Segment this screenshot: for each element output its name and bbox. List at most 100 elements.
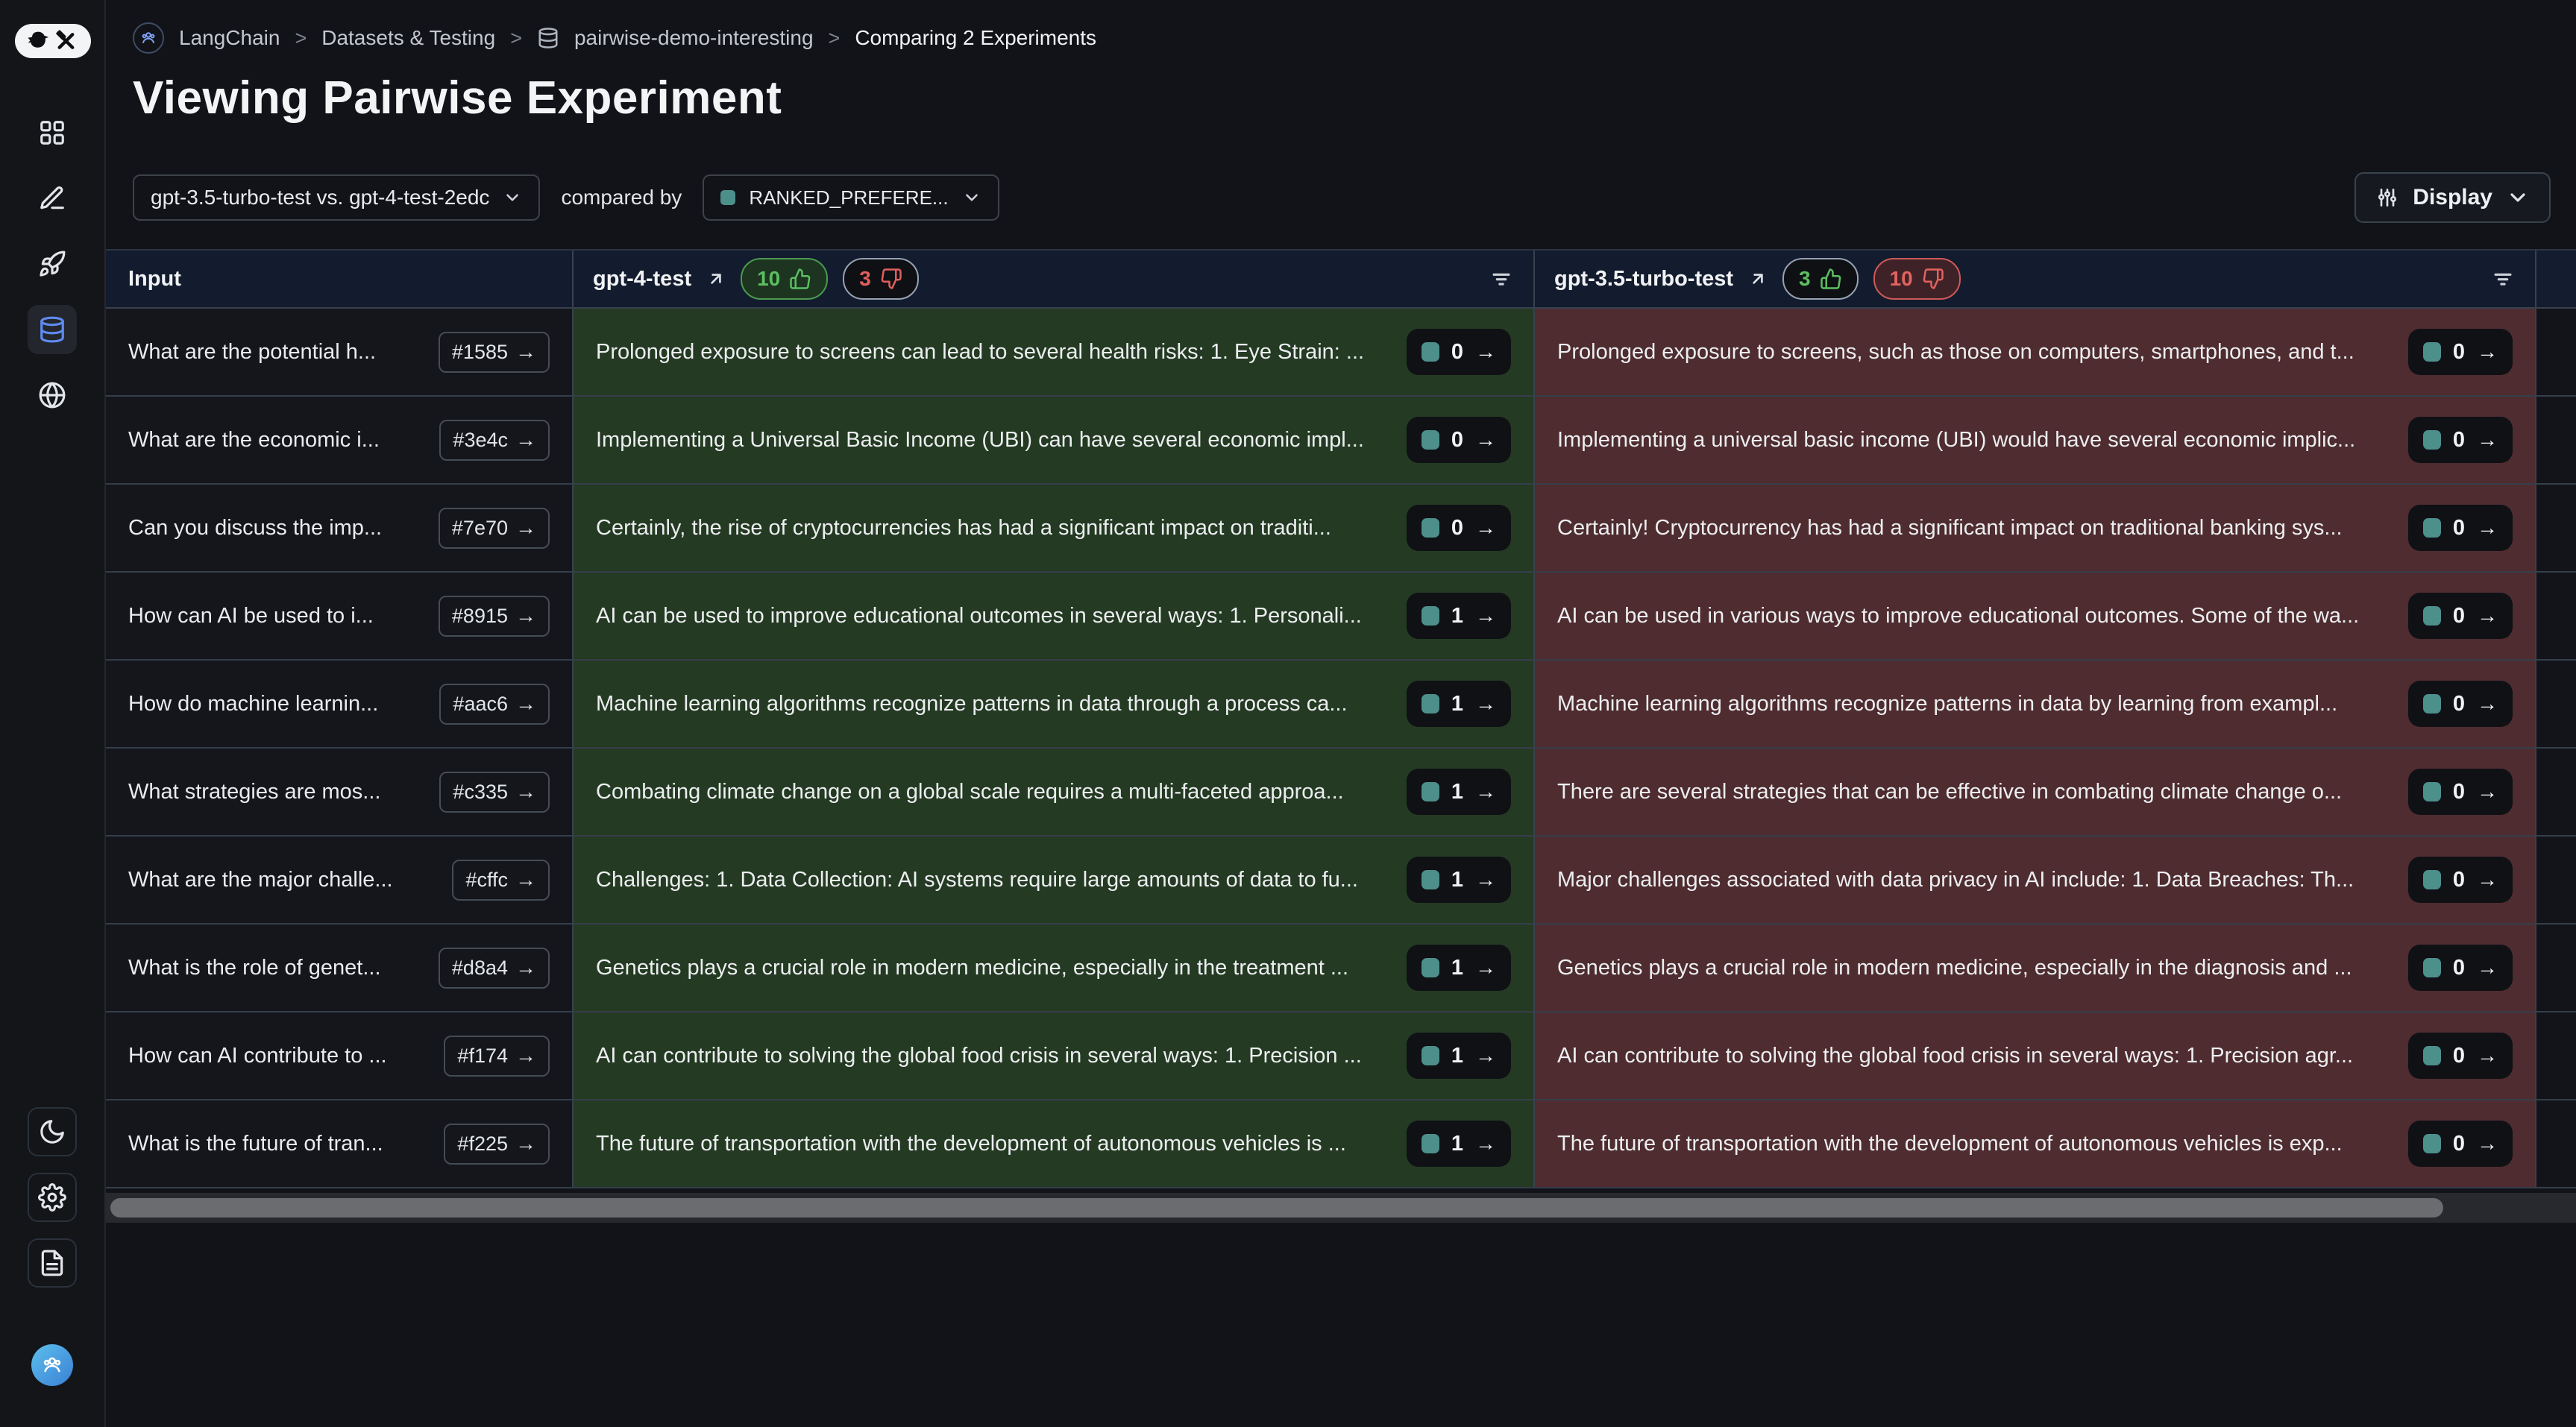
score-badge[interactable]: 0→ — [2408, 857, 2513, 903]
thumbs-up-count-badge[interactable]: 10 — [741, 258, 828, 300]
display-button[interactable]: Display — [2354, 172, 2551, 223]
score-badge[interactable]: 0→ — [2408, 593, 2513, 639]
input-cell[interactable]: What are the potential h...#1585→ — [106, 309, 572, 395]
sidebar-item-annotations[interactable] — [28, 174, 77, 223]
experiment-a-output-cell[interactable]: AI can contribute to solving the global … — [572, 1012, 1533, 1099]
breadcrumb-dataset-link[interactable]: pairwise-demo-interesting — [574, 26, 814, 50]
score-badge[interactable]: 0→ — [2408, 329, 2513, 375]
experiment-b-name[interactable]: gpt-3.5-turbo-test — [1554, 267, 1733, 292]
theme-toggle-button[interactable] — [28, 1107, 77, 1156]
example-link-badge[interactable]: #8915→ — [439, 596, 550, 637]
settings-button[interactable] — [28, 1173, 77, 1222]
experiment-a-output-cell[interactable]: Genetics plays a crucial role in modern … — [572, 924, 1533, 1011]
experiment-b-output-cell[interactable]: Major challenges associated with data pr… — [1533, 837, 2535, 923]
score-badge[interactable]: 0→ — [2408, 945, 2513, 991]
example-link-badge[interactable]: #c335→ — [439, 772, 550, 813]
table-row: What are the major challe...#cffc→ Chall… — [106, 837, 2576, 924]
score-badge[interactable]: 0→ — [2408, 769, 2513, 815]
input-cell[interactable]: How do machine learnin...#aac6→ — [106, 661, 572, 747]
thumbs-down-count-badge[interactable]: 10 — [1873, 258, 1961, 300]
experiment-b-output-cell[interactable]: The future of transportation with the de… — [1533, 1100, 2535, 1187]
filter-icon[interactable] — [1489, 266, 1514, 292]
sidebar-item-deployments[interactable] — [28, 239, 77, 289]
breadcrumb-org-link[interactable]: LangChain — [179, 26, 280, 50]
experiment-a-output-cell[interactable]: Prolonged exposure to screens can lead t… — [572, 309, 1533, 395]
score-badge[interactable]: 1→ — [1407, 1033, 1511, 1079]
input-cell[interactable]: How can AI contribute to ...#f174→ — [106, 1012, 572, 1099]
experiment-b-output-cell[interactable]: AI can be used in various ways to improv… — [1533, 573, 2535, 659]
input-cell[interactable]: What is the future of tran...#f225→ — [106, 1100, 572, 1187]
horizontal-scrollbar-track[interactable] — [106, 1193, 2576, 1223]
experiment-a-name[interactable]: gpt-4-test — [593, 267, 691, 292]
arrow-right-icon: → — [2477, 1045, 2498, 1066]
input-cell[interactable]: What are the major challe...#cffc→ — [106, 837, 572, 923]
example-link-badge[interactable]: #7e70→ — [439, 508, 550, 549]
langsmith-logo[interactable] — [15, 24, 91, 58]
input-cell[interactable]: How can AI be used to i...#8915→ — [106, 573, 572, 659]
score-badge[interactable]: 0→ — [2408, 505, 2513, 551]
compared-by-label: compared by — [561, 186, 682, 210]
experiment-b-output-cell[interactable]: Certainly! Cryptocurrency has had a sign… — [1533, 485, 2535, 571]
horizontal-scrollbar-thumb[interactable] — [110, 1198, 2443, 1217]
example-link-badge[interactable]: #1585→ — [439, 332, 550, 373]
thumbs-up-count-badge[interactable]: 3 — [1782, 258, 1859, 300]
docs-button[interactable] — [28, 1238, 77, 1288]
table-header-row: Input gpt-4-test 10 3 gpt-3.5-turbo-test — [106, 249, 2576, 309]
example-link-badge[interactable]: #f174→ — [444, 1036, 550, 1077]
sidebar-item-hub[interactable] — [28, 371, 77, 420]
feedback-swatch — [2423, 1046, 2441, 1065]
experiment-b-output-cell[interactable]: Genetics plays a crucial role in modern … — [1533, 924, 2535, 1011]
input-cell[interactable]: Can you discuss the imp...#7e70→ — [106, 485, 572, 571]
org-avatar[interactable] — [133, 22, 164, 54]
experiment-pair-select[interactable]: gpt-3.5-turbo-test vs. gpt-4-test-2edc — [133, 174, 540, 221]
example-link-badge[interactable]: #d8a4→ — [439, 948, 550, 989]
score-badge[interactable]: 1→ — [1407, 769, 1511, 815]
score-badge[interactable]: 0→ — [1407, 417, 1511, 463]
experiment-a-output-cell[interactable]: Challenges: 1. Data Collection: AI syste… — [572, 837, 1533, 923]
feedback-key-select[interactable]: RANKED_PREFERE... — [703, 174, 999, 221]
arrow-right-icon: → — [2477, 693, 2498, 714]
breadcrumb-separator: > — [295, 27, 307, 50]
experiment-b-output-cell[interactable]: Implementing a universal basic income (U… — [1533, 397, 2535, 483]
filter-icon[interactable] — [2490, 266, 2516, 292]
sidebar-item-datasets[interactable] — [28, 305, 77, 354]
example-link-badge[interactable]: #aac6→ — [439, 684, 550, 725]
score-badge[interactable]: 1→ — [1407, 681, 1511, 727]
input-cell[interactable]: What strategies are mos...#c335→ — [106, 749, 572, 835]
external-link-icon[interactable] — [706, 269, 726, 289]
score-badge[interactable]: 0→ — [1407, 329, 1511, 375]
score-badge[interactable]: 0→ — [2408, 1121, 2513, 1167]
score-badge[interactable]: 0→ — [2408, 417, 2513, 463]
score-badge[interactable]: 1→ — [1407, 857, 1511, 903]
next-column-sliver — [2535, 485, 2576, 571]
score-badge[interactable]: 1→ — [1407, 593, 1511, 639]
score-badge[interactable]: 0→ — [1407, 505, 1511, 551]
experiment-a-output-cell[interactable]: Machine learning algorithms recognize pa… — [572, 661, 1533, 747]
experiment-b-output-cell[interactable]: Prolonged exposure to screens, such as t… — [1533, 309, 2535, 395]
experiment-b-output-cell[interactable]: There are several strategies that can be… — [1533, 749, 2535, 835]
thumbs-down-count-badge[interactable]: 3 — [843, 258, 919, 300]
example-link-badge[interactable]: #cffc→ — [452, 860, 550, 901]
input-cell[interactable]: What is the role of genet...#d8a4→ — [106, 924, 572, 1011]
sidebar-item-home[interactable] — [28, 108, 77, 157]
score-badge[interactable]: 1→ — [1407, 945, 1511, 991]
experiment-b-output-cell[interactable]: AI can contribute to solving the global … — [1533, 1012, 2535, 1099]
experiment-a-output-cell[interactable]: AI can be used to improve educational ou… — [572, 573, 1533, 659]
score-badge[interactable]: 1→ — [1407, 1121, 1511, 1167]
external-link-icon[interactable] — [1748, 269, 1768, 289]
example-link-badge[interactable]: #f225→ — [444, 1124, 550, 1165]
experiment-a-output-cell[interactable]: The future of transportation with the de… — [572, 1100, 1533, 1187]
input-cell[interactable]: What are the economic i...#3e4c→ — [106, 397, 572, 483]
feedback-swatch — [1421, 430, 1439, 450]
chevron-down-icon — [503, 188, 522, 207]
feedback-key-value: RANKED_PREFERE... — [749, 186, 948, 210]
score-badge[interactable]: 0→ — [2408, 681, 2513, 727]
user-avatar[interactable] — [31, 1344, 73, 1386]
example-link-badge[interactable]: #3e4c→ — [439, 420, 550, 461]
experiment-b-output-cell[interactable]: Machine learning algorithms recognize pa… — [1533, 661, 2535, 747]
experiment-a-output-cell[interactable]: Combating climate change on a global sca… — [572, 749, 1533, 835]
experiment-a-output-cell[interactable]: Certainly, the rise of cryptocurrencies … — [572, 485, 1533, 571]
experiment-a-output-cell[interactable]: Implementing a Universal Basic Income (U… — [572, 397, 1533, 483]
breadcrumb-datasets-link[interactable]: Datasets & Testing — [321, 26, 495, 50]
score-badge[interactable]: 0→ — [2408, 1033, 2513, 1079]
